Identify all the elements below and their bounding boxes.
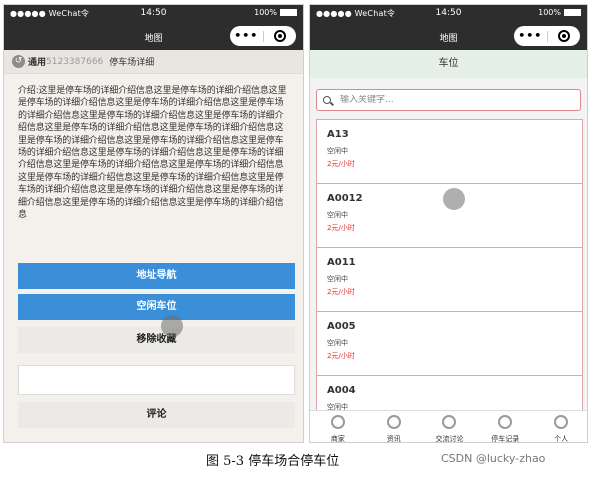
mini-program-capsule: ••• — [230, 26, 296, 46]
search-bar[interactable] — [316, 89, 581, 111]
tab-profile[interactable]: 个人 — [533, 411, 587, 443]
tab-label: 停车记录 — [491, 435, 520, 443]
search-input[interactable] — [340, 95, 540, 105]
touch-indicator — [443, 188, 465, 210]
space-price: 2元/小时 — [327, 160, 355, 168]
tab-label: 个人 — [554, 435, 569, 443]
person-icon — [554, 415, 569, 429]
close-miniprogram-button[interactable] — [547, 30, 580, 42]
page-title: 车位 — [310, 50, 587, 78]
space-status: 空闲中 — [327, 147, 348, 155]
list-item[interactable]: A13 空闲中 2元/小时 — [316, 119, 583, 183]
space-price: 2元/小时 — [327, 288, 355, 296]
battery-icon — [564, 9, 581, 16]
space-price: 2元/小时 — [327, 224, 355, 232]
touch-indicator — [161, 315, 183, 337]
back-icon[interactable]: ↺ — [12, 55, 25, 68]
search-icon — [323, 96, 331, 104]
tab-label: 资讯 — [386, 435, 401, 443]
tab-label: 交流讨论 — [435, 435, 464, 443]
user-label: 通用 — [28, 58, 47, 68]
tab-parking-record[interactable]: 停车记录 — [477, 411, 533, 442]
more-menu-icon[interactable]: ••• — [514, 26, 547, 46]
tab-discussion[interactable]: 交流讨论 — [422, 411, 478, 442]
comment-input[interactable] — [18, 365, 295, 395]
list-item[interactable]: A011 空闲中 2元/小时 — [316, 247, 583, 311]
space-name: A005 — [327, 321, 356, 332]
tab-news[interactable]: 资讯 — [366, 411, 422, 442]
space-name: A004 — [327, 385, 356, 396]
page-title: 停车场详细 — [109, 58, 155, 68]
watermark: CSDN @lucky-zhao — [441, 452, 546, 465]
parking-spaces-screen: ●●●●● WeChat令 14:50 100% 地图 ••• 车位 A13 空… — [309, 4, 588, 443]
battery-percent: 100% — [254, 8, 277, 17]
target-icon — [273, 30, 286, 42]
more-menu-icon[interactable]: ••• — [230, 26, 263, 46]
detail-subheader: ↺ 通用 5123387666 停车场详细 — [4, 50, 303, 74]
space-name: A011 — [327, 257, 356, 268]
target-icon — [557, 30, 570, 42]
navigate-address-button[interactable]: 地址导航 — [18, 263, 295, 289]
store-icon — [330, 415, 345, 429]
parking-space-list: A13 空闲中 2元/小时 A0012 空闲中 2元/小时 A011 空闲中 2… — [316, 119, 583, 439]
user-phone: 5123387666 — [46, 56, 104, 67]
battery-icon — [280, 9, 297, 16]
parking-intro-text: 介绍:这里是停车场的详细介绍信息这里是停车场的详细介绍信息这里是停车场的详细介绍… — [18, 86, 287, 221]
space-name: A13 — [327, 129, 349, 140]
mini-program-capsule: ••• — [514, 26, 580, 46]
tab-bar: 商家 资讯 交流讨论 停车记录 个人 — [310, 410, 587, 443]
remove-favorite-button[interactable]: 移除收藏 — [18, 327, 295, 353]
space-status: 空闲中 — [327, 211, 348, 219]
figure-caption: 图 5-3 停车场合停车位 — [206, 454, 340, 469]
vacant-spaces-button[interactable]: 空闲车位 — [18, 294, 295, 320]
news-icon — [386, 415, 401, 429]
nav-bar: 地图 ••• — [4, 22, 303, 50]
space-status: 空闲中 — [327, 339, 348, 347]
parking-record-icon — [498, 415, 513, 429]
list-item[interactable]: A005 空闲中 2元/小时 — [316, 311, 583, 375]
battery-indicator: 100% — [254, 8, 297, 17]
discussion-icon — [442, 415, 457, 429]
status-bar: ●●●●● WeChat令 14:50 100% — [4, 5, 303, 22]
status-bar: ●●●●● WeChat令 14:50 100% — [310, 5, 587, 22]
tab-label: 商家 — [330, 435, 345, 443]
space-price: 2元/小时 — [327, 352, 355, 360]
tab-store[interactable]: 商家 — [310, 411, 366, 442]
comment-button[interactable]: 评论 — [18, 402, 295, 428]
battery-indicator: 100% — [538, 8, 581, 17]
close-miniprogram-button[interactable] — [263, 30, 296, 42]
battery-percent: 100% — [538, 8, 561, 17]
nav-bar: 地图 ••• — [310, 22, 587, 50]
parking-detail-screen: ●●●●● WeChat令 14:50 100% 地图 ••• ↺ 通用 512… — [3, 4, 304, 443]
space-status: 空闲中 — [327, 275, 348, 283]
